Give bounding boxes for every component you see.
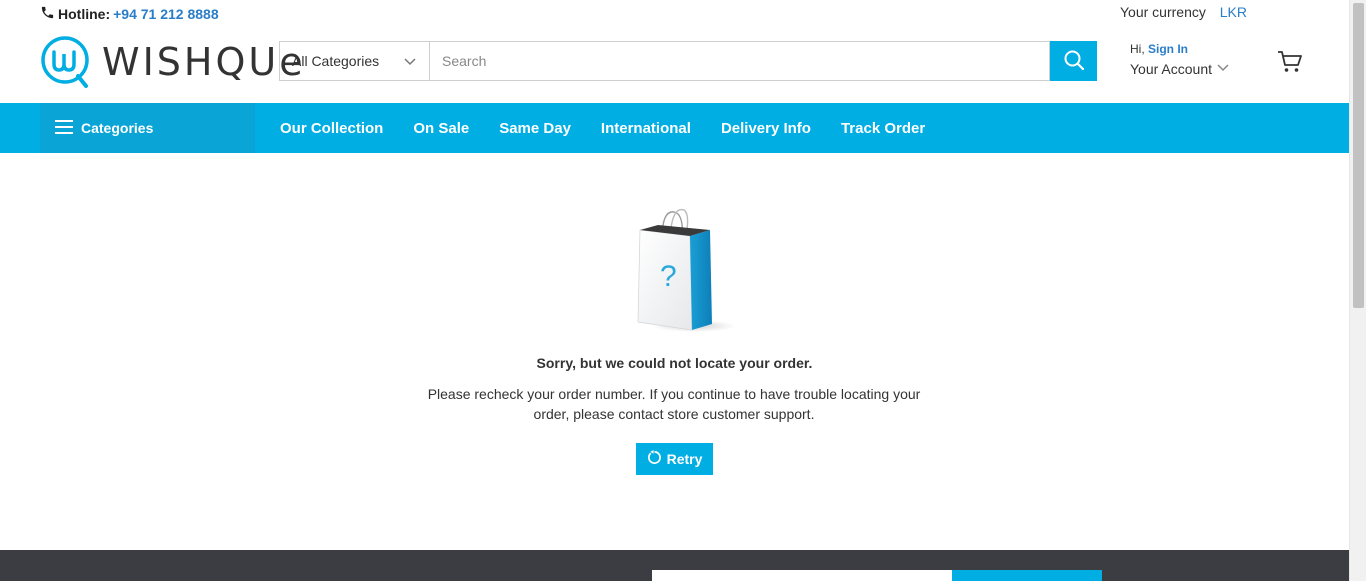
cart-icon	[1277, 51, 1303, 78]
account-greeting-line: Hi, Sign In	[1130, 42, 1230, 56]
retry-label: Retry	[666, 451, 703, 467]
search-icon	[1063, 49, 1085, 74]
newsletter-input[interactable]	[652, 570, 952, 581]
page: Hotline: +94 71 212 8888 Your currency L…	[0, 0, 1349, 581]
footer	[0, 550, 1349, 581]
hotline: Hotline: +94 71 212 8888	[40, 5, 219, 23]
main-nav: Categories Our Collection On Sale Same D…	[0, 103, 1349, 153]
svg-text:?: ?	[660, 260, 677, 293]
nav-link-international[interactable]: International	[601, 120, 691, 137]
nav-link-track-order[interactable]: Track Order	[841, 120, 925, 137]
chevron-down-icon	[1216, 60, 1230, 77]
logo-mark-icon	[41, 36, 89, 88]
cart-button[interactable]	[1277, 50, 1303, 79]
menu-icon	[55, 119, 73, 137]
nav-link-our-collection[interactable]: Our Collection	[280, 120, 383, 137]
nav-link-on-sale[interactable]: On Sale	[413, 120, 469, 137]
categories-menu-button[interactable]: Categories	[40, 103, 255, 153]
refresh-icon	[647, 450, 662, 468]
newsletter-button[interactable]	[952, 570, 1102, 581]
nav-link-delivery-info[interactable]: Delivery Info	[721, 120, 811, 137]
nav-link-same-day[interactable]: Same Day	[499, 120, 571, 137]
logo-wordmark: WISHQUe	[102, 40, 306, 84]
your-account-dropdown[interactable]: Your Account	[1130, 60, 1230, 77]
search-bar: All Categories	[279, 41, 1097, 81]
hotline-number[interactable]: +94 71 212 8888	[113, 6, 219, 22]
account-greeting: Hi,	[1130, 42, 1145, 56]
phone-icon	[40, 5, 55, 23]
currency-selector[interactable]: Your currency LKR	[1120, 4, 1247, 20]
account-menu[interactable]: Hi, Sign In Your Account	[1130, 42, 1230, 77]
logo[interactable]: WISHQUe	[40, 36, 306, 88]
currency-label: Your currency	[1120, 4, 1206, 20]
nav-links: Our Collection On Sale Same Day Internat…	[280, 103, 925, 153]
scrollbar-thumb[interactable]	[1353, 3, 1364, 308]
sign-in-link[interactable]: Sign In	[1148, 42, 1188, 56]
category-select[interactable]: All Categories	[279, 41, 429, 81]
retry-button[interactable]: Retry	[636, 443, 713, 475]
page-scrollbar[interactable]	[1349, 0, 1366, 581]
category-select-value: All Categories	[292, 53, 380, 69]
shopping-bag-icon: ?	[632, 208, 742, 338]
hotline-label: Hotline:	[58, 6, 111, 22]
search-input[interactable]	[429, 41, 1050, 81]
your-account-label: Your Account	[1130, 60, 1212, 77]
error-title: Sorry, but we could not locate your orde…	[536, 355, 813, 371]
chevron-down-icon	[403, 54, 417, 71]
categories-label: Categories	[81, 120, 154, 136]
search-button[interactable]	[1050, 41, 1097, 81]
currency-code[interactable]: LKR	[1220, 4, 1247, 20]
error-description: Please recheck your order number. If you…	[427, 386, 921, 422]
order-not-found-panel: ? Sorry, but we could not locate your or…	[0, 153, 1349, 550]
